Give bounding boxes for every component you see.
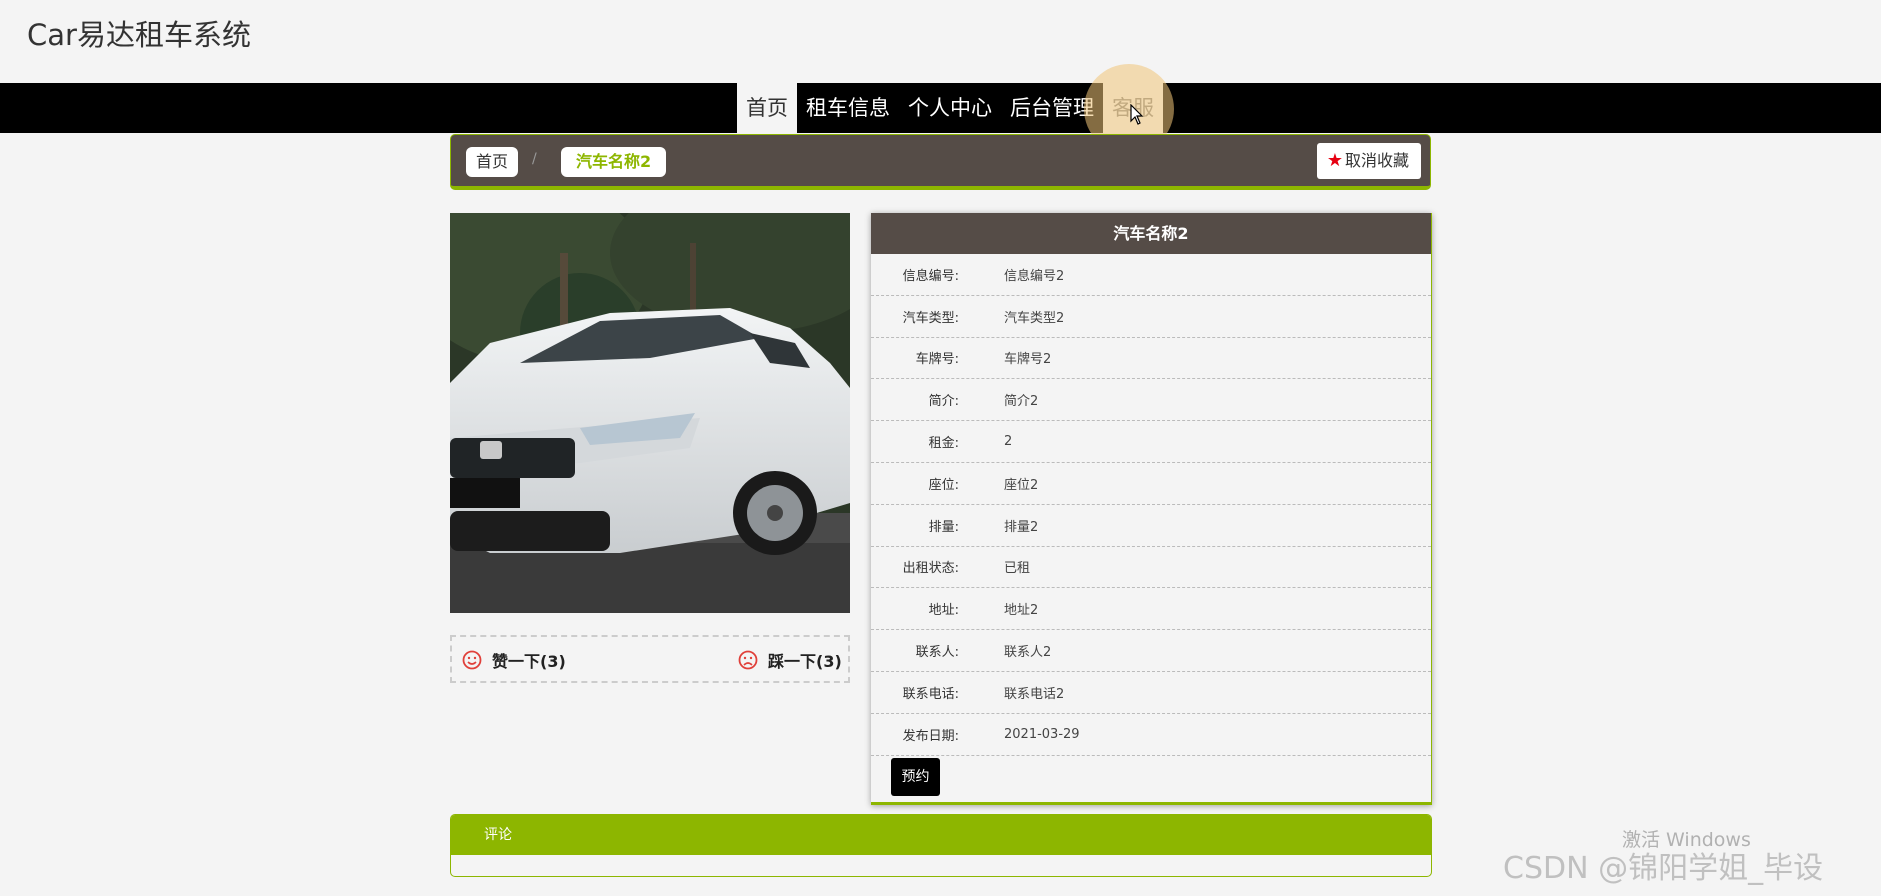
detail-row: 地址: 地址2 (871, 588, 1431, 631)
detail-label: 出租状态: (902, 561, 959, 577)
detail-value: 地址2 (1004, 603, 1039, 619)
breadcrumb-separator: / (532, 151, 537, 167)
detail-row: 排量: 排量2 (871, 505, 1431, 547)
car-photo (450, 213, 850, 613)
smile-icon (462, 650, 482, 670)
book-button[interactable]: 预约 (891, 758, 940, 796)
detail-value: 车牌号2 (1004, 352, 1052, 368)
detail-value: 座位2 (1004, 477, 1039, 493)
breadcrumb-current: 汽车名称2 (561, 147, 667, 177)
nav-rental-info[interactable]: 租车信息 (797, 83, 899, 133)
detail-label: 联系人: (915, 645, 959, 661)
detail-label: 地址: (928, 603, 959, 619)
breadcrumb-bar: 首页 / 汽车名称2 ★ 取消收藏 (450, 134, 1431, 190)
frown-icon (738, 650, 758, 670)
detail-row: 发布日期: 2021-03-29 (871, 714, 1431, 756)
detail-label: 发布日期: (902, 728, 959, 744)
unfavorite-label: 取消收藏 (1344, 151, 1409, 170)
like-button[interactable]: 赞一下(3) (462, 648, 566, 672)
detail-title: 汽车名称2 (871, 213, 1431, 254)
vote-box: 赞一下(3) 踩一下(3) (450, 635, 850, 683)
detail-value: 信息编号2 (1004, 268, 1065, 284)
detail-label: 简介: (928, 394, 959, 410)
dislike-label: 踩一下(3) (768, 652, 842, 671)
like-label: 赞一下(3) (492, 652, 566, 671)
detail-row: 租金: 2 (871, 421, 1431, 463)
detail-value: 已租 (1004, 561, 1031, 577)
detail-row: 联系人: 联系人2 (871, 630, 1431, 672)
detail-label: 排量: (928, 519, 959, 535)
car-detail-panel: 汽车名称2 信息编号: 信息编号2 汽车类型: 汽车类型2 车牌号: 车牌号2 简介:… (871, 213, 1432, 805)
detail-label: 座位: (928, 477, 959, 493)
csdn-watermark: CSDN @锦阳学姐_毕设 (1503, 851, 1824, 886)
detail-row: 出租状态: 已租 (871, 547, 1431, 589)
breadcrumb-home[interactable]: 首页 (466, 147, 519, 177)
detail-row: 信息编号: 信息编号2 (871, 254, 1431, 296)
mouse-pointer-icon (1130, 104, 1144, 125)
detail-row: 联系电话: 联系电话2 (871, 672, 1431, 714)
detail-row: 车牌号: 车牌号2 (871, 338, 1431, 380)
detail-value: 简介2 (1004, 394, 1039, 410)
comment-section: 评论 (450, 814, 1432, 877)
detail-row: 汽车类型: 汽车类型2 (871, 296, 1431, 338)
detail-value: 2021-03-29 (1004, 726, 1080, 742)
detail-label: 信息编号: (902, 268, 959, 284)
star-icon: ★ (1326, 150, 1343, 171)
main-nav: 首页 租车信息 个人中心 后台管理 客服 (0, 83, 1881, 133)
detail-row: 简介: 简介2 (871, 379, 1431, 422)
unfavorite-button[interactable]: ★ 取消收藏 (1316, 143, 1421, 179)
nav-personal-center[interactable]: 个人中心 (899, 83, 1001, 133)
detail-value: 排量2 (1004, 519, 1039, 535)
detail-label: 汽车类型: (902, 310, 959, 326)
site-title: Car易达租车系统 (27, 18, 251, 52)
detail-value: 汽车类型2 (1004, 310, 1065, 326)
detail-row: 座位: 座位2 (871, 463, 1431, 505)
detail-label: 租金: (928, 436, 959, 452)
dislike-button[interactable]: 踩一下(3) (738, 648, 842, 672)
detail-value: 联系人2 (1004, 645, 1052, 661)
detail-label: 车牌号: (915, 352, 959, 368)
detail-value: 联系电话2 (1004, 686, 1065, 702)
detail-value: 2 (1004, 434, 1013, 450)
detail-label: 联系电话: (902, 686, 959, 702)
nav-home[interactable]: 首页 (737, 83, 797, 133)
comment-title: 评论 (451, 815, 1431, 855)
